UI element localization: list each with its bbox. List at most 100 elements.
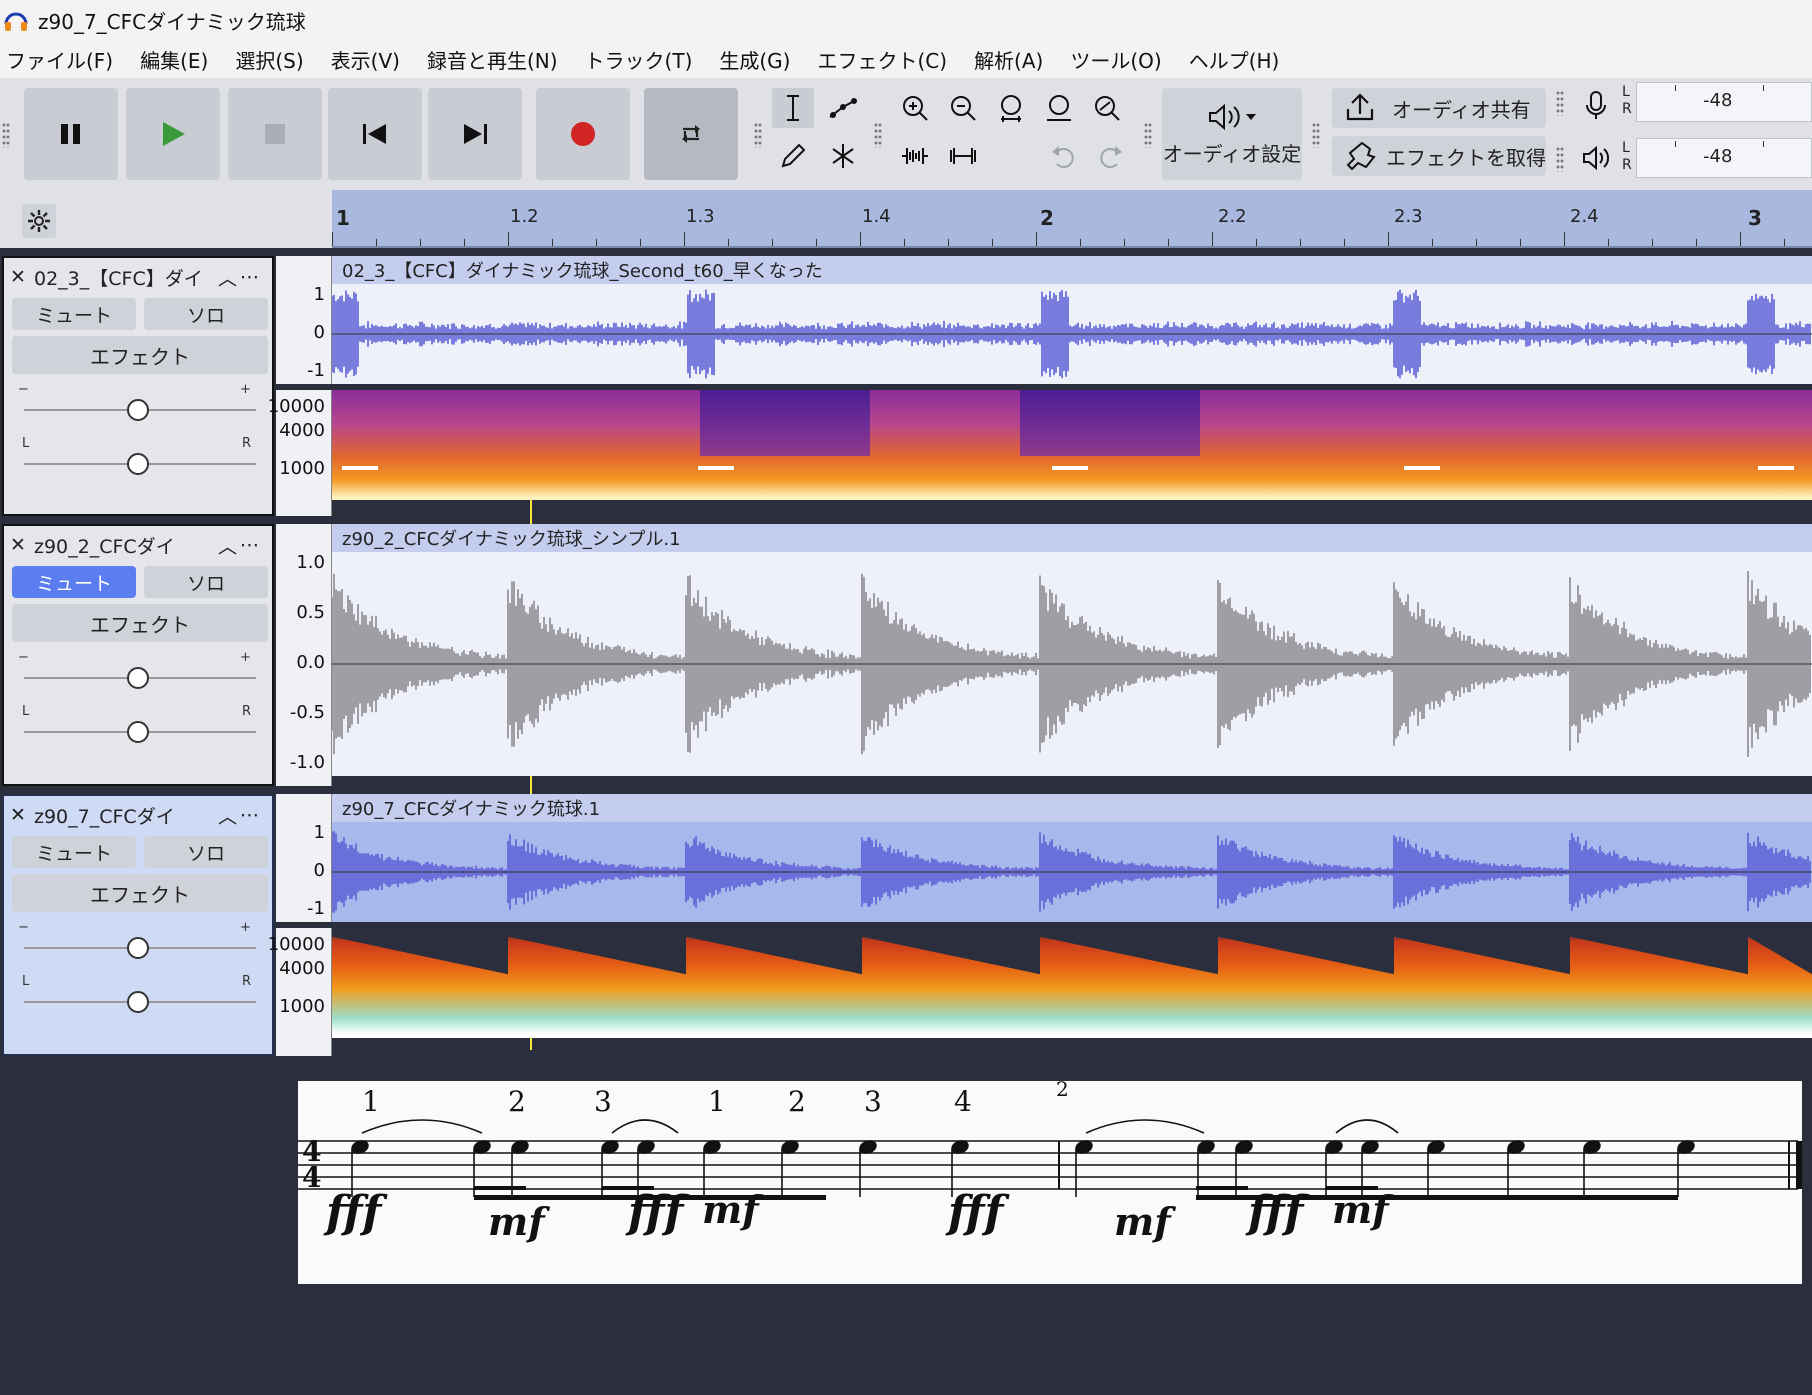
- toolbar-grip[interactable]: [1556, 146, 1564, 172]
- loop-button[interactable]: [644, 88, 738, 180]
- gain-slider[interactable]: [20, 666, 260, 690]
- close-track-icon[interactable]: ✕: [10, 534, 34, 556]
- zoom-toggle-button[interactable]: [1086, 88, 1128, 128]
- envelope-tool-button[interactable]: [822, 88, 864, 128]
- pan-slider-knob[interactable]: [127, 991, 149, 1013]
- toolbar-grip[interactable]: [1144, 122, 1152, 148]
- play-button[interactable]: [126, 88, 220, 180]
- menu-item[interactable]: 解析(A): [974, 45, 1043, 74]
- record-meter-button[interactable]: [1574, 86, 1618, 126]
- track-control-panel[interactable]: ✕ z90_2_CFCダイ ︿ ⋯ ミュート ソロ エフェクト − + L R: [2, 524, 274, 786]
- toolbar-grip[interactable]: [874, 122, 882, 148]
- beat-number: 1: [362, 1085, 380, 1118]
- toolbar-grip[interactable]: [2, 122, 10, 148]
- gain-slider[interactable]: [20, 936, 260, 960]
- collapse-track-icon[interactable]: ︿: [218, 264, 240, 291]
- effects-button[interactable]: エフェクト: [12, 604, 268, 642]
- mute-button[interactable]: ミュート: [12, 298, 136, 330]
- track-name[interactable]: z90_2_CFCダイ: [34, 532, 218, 559]
- menu-item[interactable]: ヘルプ(H): [1189, 45, 1280, 74]
- pan-slider[interactable]: [20, 452, 260, 476]
- track[interactable]: ✕ z90_7_CFCダイ ︿ ⋯ ミュート ソロ エフェクト − + L R 1 0 -1 10000 40…: [0, 794, 1812, 1056]
- clip-title-bar[interactable]: z90_2_CFCダイナミック琉球_シンプル.1: [332, 524, 1812, 552]
- waveform-view[interactable]: [331, 822, 1812, 922]
- skip-to-end-button[interactable]: [428, 88, 522, 180]
- track[interactable]: ✕ z90_2_CFCダイ ︿ ⋯ ミュート ソロ エフェクト − + L R 1.0 0.5 0.0 -0…: [0, 524, 1812, 786]
- track-control-panel[interactable]: ✕ 02_3_【CFC】ダイ ︿ ⋯ ミュート ソロ エフェクト − + L R: [2, 256, 274, 516]
- waveform-view[interactable]: [331, 284, 1812, 384]
- track-menu-icon[interactable]: ⋯: [240, 534, 266, 556]
- pan-slider-knob[interactable]: [127, 721, 149, 743]
- menu-item[interactable]: 編集(E): [140, 45, 208, 74]
- menu-item[interactable]: 生成(G): [719, 45, 790, 74]
- toolbar-grip[interactable]: [1556, 90, 1564, 116]
- track[interactable]: ✕ 02_3_【CFC】ダイ ︿ ⋯ ミュート ソロ エフェクト − + L R 1 0 -1 10000 4…: [0, 256, 1812, 516]
- redo-button[interactable]: [1090, 136, 1132, 176]
- track-name[interactable]: z90_7_CFCダイ: [34, 802, 218, 829]
- solo-button[interactable]: ソロ: [144, 298, 268, 330]
- skip-to-start-button[interactable]: [328, 88, 422, 180]
- track-control-panel[interactable]: ✕ z90_7_CFCダイ ︿ ⋯ ミュート ソロ エフェクト − + L R: [2, 794, 274, 1056]
- toolbar-grip[interactable]: [1312, 122, 1320, 148]
- menu-item[interactable]: エフェクト(C): [817, 45, 947, 74]
- clip-title-bar[interactable]: 02_3_【CFC】ダイナミック琉球_Second_t60_早くなった: [332, 256, 1812, 284]
- waveform-view[interactable]: [331, 552, 1812, 776]
- draw-tool-button[interactable]: [772, 136, 814, 176]
- close-track-icon[interactable]: ✕: [10, 804, 34, 826]
- effects-button[interactable]: エフェクト: [12, 336, 268, 374]
- menu-item[interactable]: ファイル(F): [6, 45, 113, 74]
- mute-button[interactable]: ミュート: [12, 566, 136, 598]
- pan-slider[interactable]: [20, 990, 260, 1014]
- multi-tool-button[interactable]: [822, 136, 864, 176]
- zoom-selection-icon: [1001, 95, 1021, 122]
- collapse-track-icon[interactable]: ︿: [218, 532, 240, 559]
- spectrogram-view[interactable]: [332, 928, 1812, 1038]
- menu-item[interactable]: トラック(T): [585, 45, 693, 74]
- audio-setup-button[interactable]: オーディオ設定: [1162, 88, 1302, 180]
- mute-button[interactable]: ミュート: [12, 836, 136, 868]
- stop-button[interactable]: [228, 88, 322, 180]
- collapse-track-icon[interactable]: ︿: [218, 802, 240, 829]
- playback-meter[interactable]: -48: [1636, 138, 1812, 178]
- menu-item[interactable]: ツール(O): [1070, 45, 1161, 74]
- close-track-icon[interactable]: ✕: [10, 266, 34, 288]
- zoom-in-button[interactable]: [894, 88, 936, 128]
- track-menu-icon[interactable]: ⋯: [240, 804, 266, 826]
- menu-item[interactable]: 選択(S): [235, 45, 303, 74]
- gain-slider-knob[interactable]: [127, 937, 149, 959]
- menu-item[interactable]: 録音と再生(N): [427, 45, 558, 74]
- gain-slider-knob[interactable]: [127, 399, 149, 421]
- playback-meter-button[interactable]: [1574, 138, 1618, 178]
- pan-slider[interactable]: [20, 720, 260, 744]
- solo-button[interactable]: ソロ: [144, 566, 268, 598]
- gain-slider[interactable]: [20, 398, 260, 422]
- clip-title-bar[interactable]: z90_7_CFCダイナミック琉球.1: [332, 794, 1812, 822]
- undo-button[interactable]: [1042, 136, 1084, 176]
- share-audio-button[interactable]: オーディオ共有: [1332, 88, 1546, 128]
- fit-project-button[interactable]: [1038, 88, 1080, 128]
- track-name[interactable]: 02_3_【CFC】ダイ: [34, 264, 218, 291]
- pause-button[interactable]: [24, 88, 118, 180]
- zoom-out-button[interactable]: [942, 88, 984, 128]
- timeline-ruler[interactable]: 1 1.2 1.3 1.4 2 2.2 2.3 2.4 3: [332, 190, 1812, 248]
- spectrogram-view[interactable]: [332, 390, 1812, 500]
- gain-slider-knob[interactable]: [127, 667, 149, 689]
- selection-tool-button[interactable]: [772, 88, 814, 128]
- ruler-tick: [1520, 239, 1521, 246]
- timeline-options-area: [0, 190, 332, 248]
- track-menu-icon[interactable]: ⋯: [240, 266, 266, 288]
- zoom-toggle-icon: [1095, 96, 1120, 121]
- pan-slider-knob[interactable]: [127, 453, 149, 475]
- get-effects-button[interactable]: エフェクトを取得: [1332, 136, 1546, 176]
- timeline-settings-button[interactable]: [22, 204, 56, 238]
- effects-button[interactable]: エフェクト: [12, 874, 268, 912]
- record-button[interactable]: [536, 88, 630, 180]
- trim-audio-button[interactable]: [894, 136, 936, 176]
- fit-selection-button[interactable]: [990, 88, 1032, 128]
- menu-item[interactable]: 表示(V): [331, 45, 400, 74]
- record-meter[interactable]: -48: [1636, 82, 1812, 122]
- silence-audio-button[interactable]: [942, 136, 984, 176]
- toolbar-grip[interactable]: [754, 122, 762, 148]
- solo-button[interactable]: ソロ: [144, 836, 268, 868]
- vertical-scale-ruler[interactable]: 1.0 0.5 0.0 -0.5 -1.0: [276, 524, 332, 786]
